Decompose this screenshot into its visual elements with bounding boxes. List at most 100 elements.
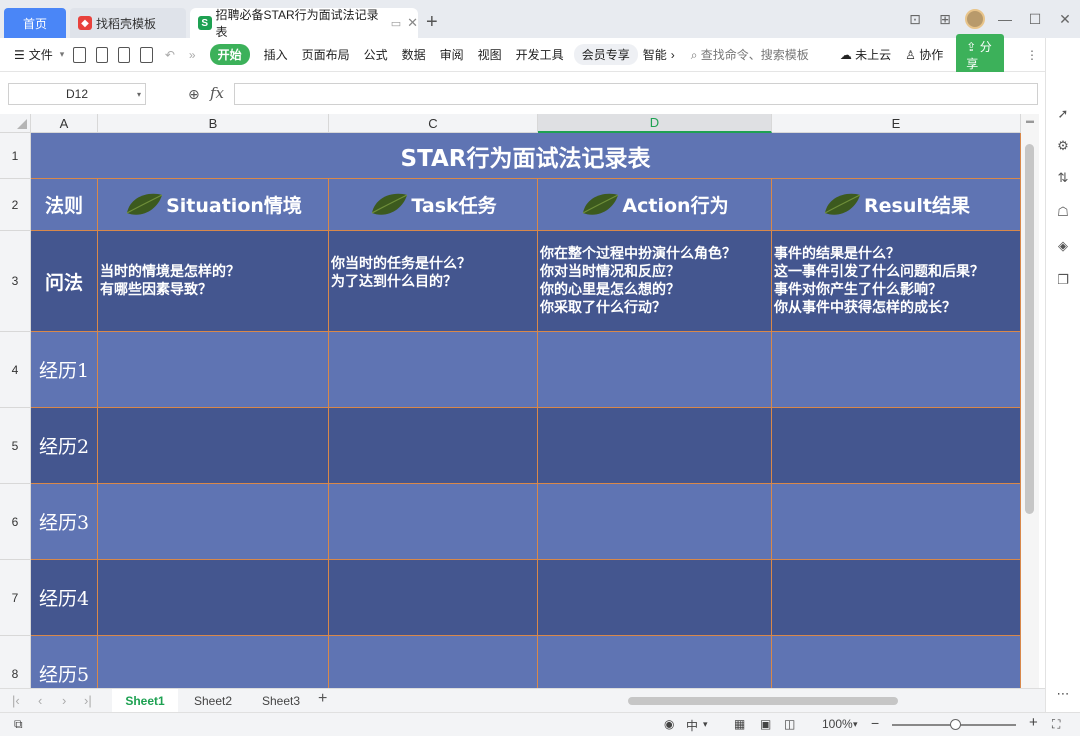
- page-layout-view-icon[interactable]: ▣: [760, 717, 771, 731]
- table-cell[interactable]: [772, 484, 1021, 560]
- macro-icon[interactable]: ⧉: [14, 717, 23, 732]
- first-sheet-icon[interactable]: |‹: [12, 693, 20, 708]
- close-icon[interactable]: ✕: [407, 15, 418, 31]
- table-cell[interactable]: [329, 332, 538, 408]
- table-cell[interactable]: [772, 408, 1021, 484]
- print-icon[interactable]: [118, 46, 131, 63]
- table-cell[interactable]: [98, 408, 329, 484]
- sheet-tab-2[interactable]: Sheet2: [180, 689, 246, 712]
- add-sheet-button[interactable]: +: [318, 690, 327, 708]
- chevron-down-icon[interactable]: ▾: [60, 49, 65, 60]
- header-task[interactable]: Task任务: [329, 179, 538, 231]
- table-cell[interactable]: [98, 332, 329, 408]
- fullscreen-icon[interactable]: ⛶: [1052, 717, 1060, 732]
- table-cell[interactable]: [329, 408, 538, 484]
- maximize-icon[interactable]: ☐: [1020, 11, 1050, 28]
- row-header-2[interactable]: 2: [0, 179, 31, 231]
- zoom-in-button[interactable]: +: [1029, 714, 1038, 731]
- filter-settings-icon[interactable]: ⚙: [1055, 138, 1071, 154]
- table-cell[interactable]: [538, 636, 772, 688]
- question-task-cell[interactable]: 你当时的任务是什么？ 为了达到什么目的？: [329, 231, 538, 332]
- cloud-status[interactable]: ☁ 未上云: [840, 46, 891, 63]
- screen-icon[interactable]: ▭: [391, 17, 401, 30]
- grid-icon[interactable]: ⊞: [930, 11, 960, 28]
- header-result[interactable]: Result结果: [772, 179, 1021, 231]
- tab-smart[interactable]: 智能: [643, 46, 667, 63]
- normal-view-icon[interactable]: ▦: [734, 717, 745, 731]
- table-cell[interactable]: [538, 408, 772, 484]
- robot-icon[interactable]: ☖: [1055, 204, 1071, 220]
- horizontal-scroll-thumb[interactable]: [628, 697, 898, 705]
- scroll-up-icon[interactable]: ▬: [1026, 116, 1034, 125]
- chevron-right-icon[interactable]: ›: [671, 48, 675, 62]
- row-header-8[interactable]: 8: [0, 636, 31, 688]
- table-cell[interactable]: [772, 332, 1021, 408]
- row-header-4[interactable]: 4: [0, 332, 31, 408]
- prev-sheet-icon[interactable]: ‹: [38, 693, 42, 708]
- experience-label-1[interactable]: 经历1: [31, 332, 98, 408]
- sheet-tab-1[interactable]: Sheet1: [112, 689, 178, 712]
- table-cell[interactable]: [772, 560, 1021, 636]
- experience-label-3[interactable]: 经历3: [31, 484, 98, 560]
- eye-protect-icon[interactable]: ◉: [664, 717, 674, 731]
- save-icon[interactable]: [73, 46, 86, 63]
- tab-review[interactable]: 审阅: [440, 46, 464, 63]
- row-header-6[interactable]: 6: [0, 484, 31, 560]
- export-icon[interactable]: [95, 46, 109, 63]
- tab-dev-tools[interactable]: 开发工具: [516, 46, 564, 63]
- column-header-a[interactable]: A: [31, 114, 98, 133]
- tab-member[interactable]: 会员专享: [573, 44, 638, 65]
- row-header-5[interactable]: 5: [0, 408, 31, 484]
- table-cell[interactable]: [98, 636, 329, 688]
- fx-icon[interactable]: fx: [210, 84, 224, 102]
- next-sheet-icon[interactable]: ›: [62, 693, 66, 708]
- tab-home[interactable]: 首页: [4, 8, 66, 38]
- tab-formula[interactable]: 公式: [364, 46, 388, 63]
- tab-data[interactable]: 数据: [402, 46, 426, 63]
- table-cell[interactable]: [538, 484, 772, 560]
- new-tab-button[interactable]: +: [426, 12, 438, 32]
- input-mode[interactable]: 中: [686, 717, 698, 734]
- column-header-b[interactable]: B: [98, 114, 329, 133]
- table-title[interactable]: STAR行为面试法记录表: [31, 133, 1021, 179]
- vertical-scroll-thumb[interactable]: [1025, 144, 1034, 514]
- file-menu[interactable]: 文件: [29, 46, 53, 63]
- chevron-down-icon[interactable]: ▾: [703, 719, 708, 730]
- share-button[interactable]: ⇪ 分享: [956, 33, 1005, 76]
- table-cell[interactable]: [329, 636, 538, 688]
- table-cell[interactable]: [538, 332, 772, 408]
- table-cell[interactable]: [538, 560, 772, 636]
- preview-icon[interactable]: [140, 46, 153, 63]
- chevron-down-icon[interactable]: ▾: [853, 719, 858, 730]
- tab-page-layout[interactable]: 页面布局: [302, 46, 350, 63]
- last-sheet-icon[interactable]: ›|: [84, 693, 92, 708]
- table-cell[interactable]: [98, 560, 329, 636]
- formula-input[interactable]: [234, 83, 1038, 105]
- question-situation-cell[interactable]: 当时的情境是怎样的？ 有哪些因素导致？: [98, 231, 329, 332]
- undo-icon[interactable]: ↶: [165, 48, 175, 62]
- column-header-e[interactable]: E: [772, 114, 1021, 133]
- horizontal-scrollbar[interactable]: [612, 695, 1008, 707]
- table-cell[interactable]: [98, 484, 329, 560]
- adjust-icon[interactable]: ⇅: [1055, 170, 1071, 186]
- zoom-out-button[interactable]: −: [871, 715, 879, 731]
- row-header-7[interactable]: 7: [0, 560, 31, 636]
- column-header-c[interactable]: C: [329, 114, 538, 133]
- header-action[interactable]: Action行为: [538, 179, 772, 231]
- page-break-view-icon[interactable]: ◫: [784, 717, 795, 731]
- tab-start[interactable]: 开始: [209, 44, 250, 65]
- more-dots-icon[interactable]: ⋯: [1055, 686, 1071, 702]
- table-cell[interactable]: [329, 484, 538, 560]
- question-label-cell[interactable]: 问法: [31, 231, 98, 332]
- search-input[interactable]: ⌕ 查找命令、搜索模板: [691, 46, 809, 63]
- cursor-icon[interactable]: ➚: [1055, 106, 1071, 122]
- tab-view[interactable]: 视图: [478, 46, 502, 63]
- sheet-tab-3[interactable]: Sheet3: [248, 689, 314, 712]
- question-result-cell[interactable]: 事件的结果是什么？ 这一事件引发了什么问题和后果？ 事件对你产生了什么影响？ 你…: [772, 231, 1021, 332]
- header-situation[interactable]: Situation情境: [98, 179, 329, 231]
- tab-insert[interactable]: 插入: [264, 46, 288, 63]
- zoom-level[interactable]: 100%: [822, 717, 853, 731]
- spreadsheet-grid[interactable]: A B C D E 1 2 3 4 5 6 7 8 STAR行为面试法记录表 法…: [0, 114, 1021, 688]
- select-all-corner[interactable]: [0, 114, 31, 133]
- rule-label-cell[interactable]: 法则: [31, 179, 98, 231]
